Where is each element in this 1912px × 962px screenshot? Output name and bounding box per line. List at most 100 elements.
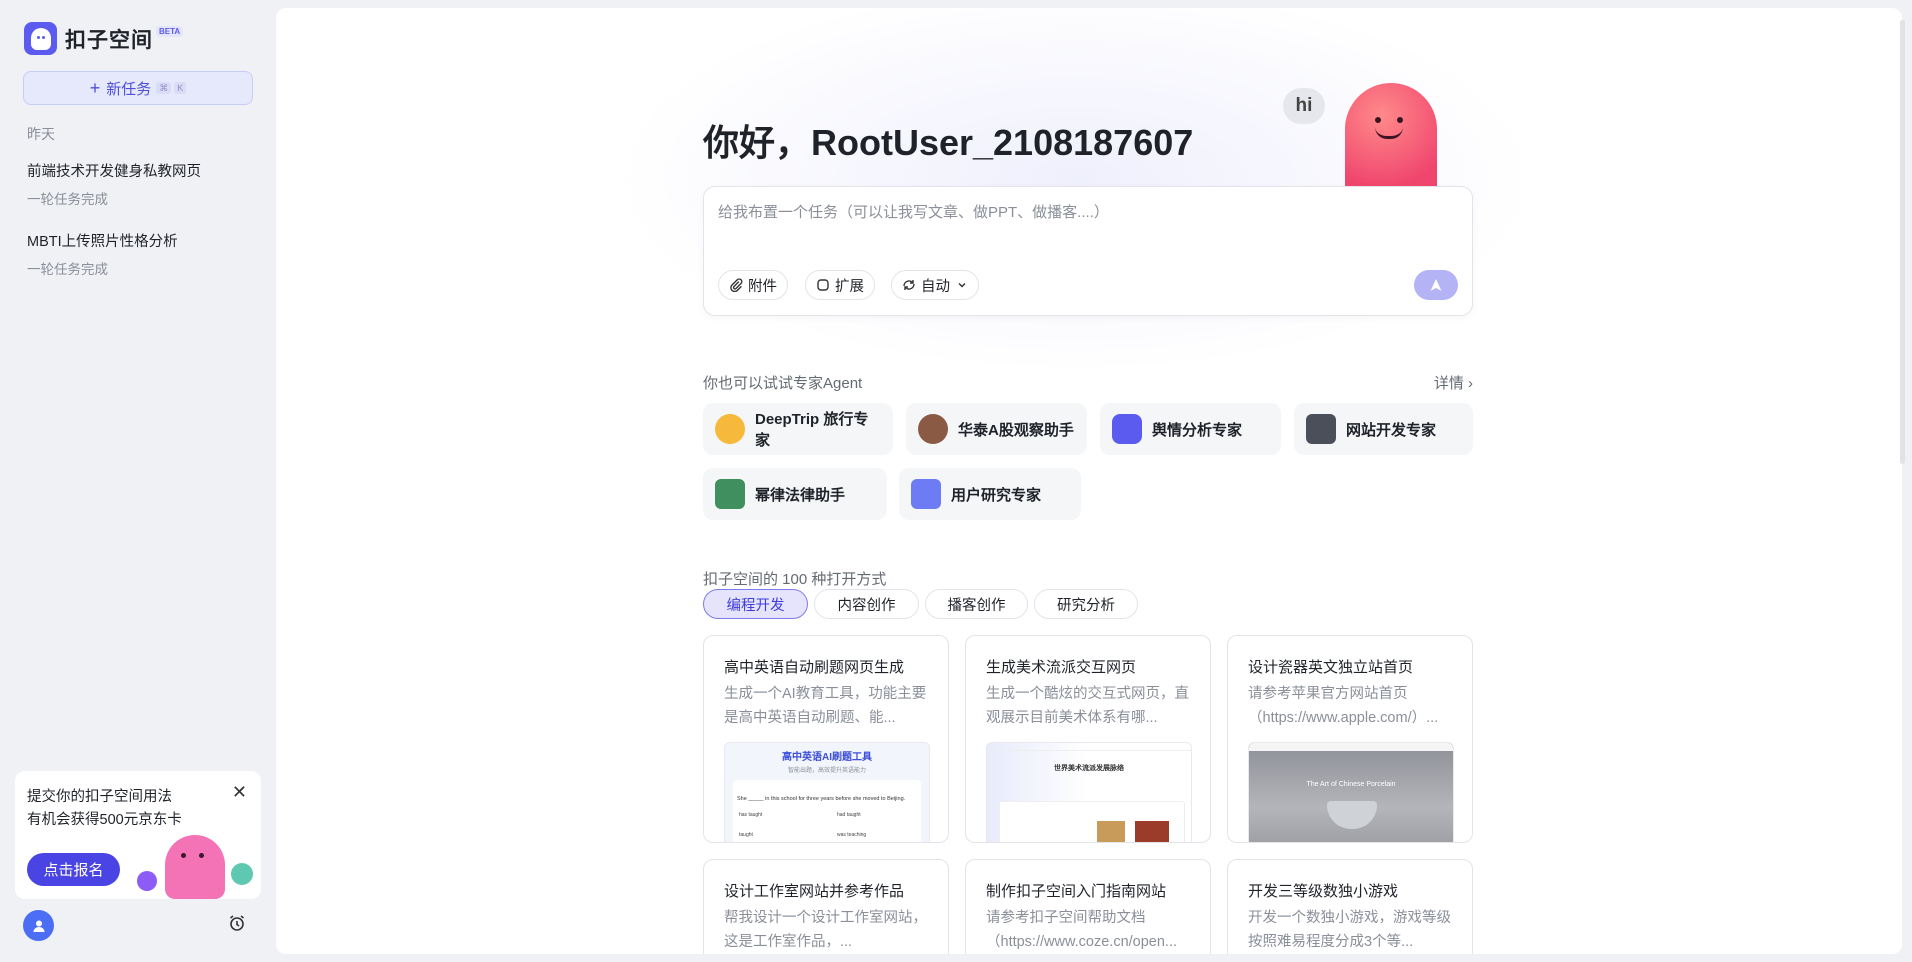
attach-button[interactable]: 附件: [718, 270, 788, 300]
example-card[interactable]: 制作扣子空间入门指南网站 请参考扣子空间帮助文档（https://www.coz…: [965, 859, 1211, 954]
ways-heading: 扣子空间的 100 种打开方式: [703, 571, 887, 588]
hi-speech-bubble: hi: [1283, 88, 1325, 124]
sentiment-agent-icon: [1112, 414, 1142, 444]
agents-heading: 你也可以试试专家Agent: [703, 375, 863, 392]
mode-label: 自动: [921, 278, 950, 295]
example-card[interactable]: 生成美术流派交互网页 生成一个酷炫的交互式网页，直观展示目前美术体系有哪... …: [965, 635, 1211, 843]
thumb-option: has taught: [739, 812, 763, 818]
card-description: 请参考苹果官方网站首页（https://www.apple.com/）...: [1248, 686, 1439, 726]
card-description: 生成一个AI教育工具，功能主要是高中英语自动刷题、能...: [724, 686, 927, 726]
tab-research[interactable]: 研究分析: [1034, 589, 1138, 619]
card-description: 请参考扣子空间帮助文档（https://www.coze.cn/open...: [986, 910, 1178, 950]
history-item-status: 一轮任务完成: [27, 192, 108, 207]
example-card[interactable]: 设计瓷器英文独立站首页 请参考苹果官方网站首页（https://www.appl…: [1227, 635, 1473, 843]
thumb-title: 世界美术流派发展脉络: [1054, 765, 1124, 772]
card-thumbnail: 世界美术流派发展脉络: [986, 742, 1192, 842]
tab-podcast[interactable]: 播客创作: [925, 589, 1028, 619]
greeting-title: 你好，RootUser_2108187607: [703, 122, 1194, 163]
thumb-option: taught: [739, 832, 753, 838]
mode-dropdown[interactable]: 自动: [891, 270, 979, 300]
agent-card[interactable]: 舆情分析专家: [1100, 403, 1281, 455]
agent-card[interactable]: 幂律法律助手: [703, 468, 887, 520]
thumb-title: The Art of Chinese Porcelain: [1306, 781, 1396, 788]
card-title: 设计瓷器英文独立站首页: [1248, 659, 1414, 676]
card-thumbnail: 高中英语AI刷题工具 智能出题，高效提升英语能力 She _____ in th…: [724, 742, 930, 842]
website-agent-icon: [1306, 414, 1336, 444]
history-item[interactable]: 前端技术开发健身私教网页 一轮任务完成: [27, 160, 201, 208]
tab-coding[interactable]: 编程开发: [703, 589, 808, 619]
tab-content[interactable]: 内容创作: [814, 589, 919, 619]
card-description: 生成一个酷炫的交互式网页，直观展示目前美术体系有哪...: [986, 686, 1189, 726]
alarm-clock-icon[interactable]: [228, 914, 246, 937]
send-arrow-icon: [1430, 279, 1442, 291]
thumb-option: was teaching: [837, 832, 867, 838]
thumb-title: 高中英语AI刷题工具: [782, 752, 872, 763]
history-item-title: 前端技术开发健身私教网页: [27, 164, 201, 180]
agent-label: 华泰A股观察助手: [958, 421, 1074, 439]
new-task-button[interactable]: + 新任务 ⌘ K: [23, 71, 253, 105]
card-title: 高中英语自动刷题网页生成: [724, 659, 905, 676]
agent-card[interactable]: 网站开发专家: [1294, 403, 1473, 455]
expand-label: 扩展: [835, 278, 864, 295]
beta-badge: BETA: [156, 26, 184, 37]
agents-detail-link[interactable]: 详情 ›: [1434, 372, 1473, 393]
paperclip-icon: [730, 278, 743, 292]
history-item-title: MBTI上传照片性格分析: [27, 234, 178, 250]
agent-card[interactable]: DeepTrip 旅行专家: [703, 403, 893, 455]
scrollbar[interactable]: [1900, 20, 1905, 464]
history-section-label: 昨天: [27, 126, 55, 142]
thumb-question: She _____ in this school for three years…: [737, 796, 906, 802]
research-agent-icon: [911, 479, 941, 509]
promo-line-2: 有机会获得500元京东卡: [27, 812, 182, 828]
example-card[interactable]: 开发三等级数独小游戏 开发一个数独小游戏，游戏等级按照难易程度分成3个等...: [1227, 859, 1473, 954]
send-button[interactable]: [1414, 270, 1458, 300]
agent-label: 网站开发专家: [1346, 421, 1437, 439]
task-input[interactable]: [718, 201, 1458, 241]
promo-card: 提交你的扣子空间用法 有机会获得500元京东卡 ✕ 点击报名: [15, 771, 261, 899]
example-card[interactable]: 设计工作室网站并参考作品 帮我设计一个设计工作室网站，这是工作室作品，...: [703, 859, 949, 954]
thumb-option: had taught: [837, 812, 861, 818]
close-icon[interactable]: ✕: [232, 782, 247, 803]
main-panel: 你好，RootUser_2108187607 hi 附件 扩展 自动 你也可以试…: [276, 8, 1902, 954]
agent-label: 幂律法律助手: [755, 486, 846, 504]
card-title: 生成美术流派交互网页: [986, 659, 1137, 676]
plugin-icon: [817, 279, 829, 291]
card-title: 开发三等级数独小游戏: [1248, 883, 1399, 900]
agent-label: 用户研究专家: [951, 486, 1042, 504]
promo-line-1: 提交你的扣子空间用法: [27, 789, 172, 805]
signup-button[interactable]: 点击报名: [27, 853, 120, 886]
card-title: 制作扣子空间入门指南网站: [986, 883, 1167, 900]
attach-label: 附件: [748, 278, 777, 295]
app-name: 扣子空间: [65, 28, 153, 52]
new-task-label: 新任务: [106, 80, 152, 98]
user-avatar[interactable]: [23, 910, 54, 941]
card-description: 帮我设计一个设计工作室网站，这是工作室作品，...: [724, 910, 927, 950]
card-description: 开发一个数独小游戏，游戏等级按照难易程度分成3个等...: [1248, 910, 1451, 950]
example-card[interactable]: 高中英语自动刷题网页生成 生成一个AI教育工具，功能主要是高中英语自动刷题、能.…: [703, 635, 949, 843]
chevron-down-icon: [958, 282, 966, 288]
plus-icon: +: [89, 78, 101, 98]
ghost-logo-icon: [24, 22, 57, 55]
mascot-illustration: [165, 835, 225, 899]
task-composer: 附件 扩展 自动: [703, 186, 1473, 316]
travel-agent-icon: [715, 414, 745, 444]
mascot-illustration: [1345, 83, 1437, 193]
agent-label: DeepTrip 旅行专家: [755, 411, 869, 449]
agent-card[interactable]: 华泰A股观察助手: [906, 403, 1087, 455]
sidebar: 扣子空间 BETA + 新任务 ⌘ K 昨天 前端技术开发健身私教网页 一轮任务…: [0, 0, 276, 962]
history-item-status: 一轮任务完成: [27, 262, 108, 277]
auto-mode-icon: [903, 280, 915, 290]
decor-bubble: [137, 871, 157, 891]
agent-label: 舆情分析专家: [1152, 421, 1243, 439]
card-thumbnail: The Art of Chinese Porcelain: [1248, 742, 1454, 842]
thumb-subtitle: 智能出题，高效提升英语能力: [787, 768, 866, 774]
decor-bubble: [231, 863, 253, 885]
card-title: 设计工作室网站并参考作品: [724, 883, 905, 900]
user-icon: [33, 920, 44, 932]
agent-card[interactable]: 用户研究专家: [899, 468, 1081, 520]
shortcut-key-k: K: [174, 82, 187, 94]
legal-agent-icon: [715, 479, 745, 509]
app-logo[interactable]: 扣子空间 BETA: [24, 22, 184, 55]
expand-button[interactable]: 扩展: [805, 270, 875, 300]
history-item[interactable]: MBTI上传照片性格分析 一轮任务完成: [27, 230, 178, 278]
